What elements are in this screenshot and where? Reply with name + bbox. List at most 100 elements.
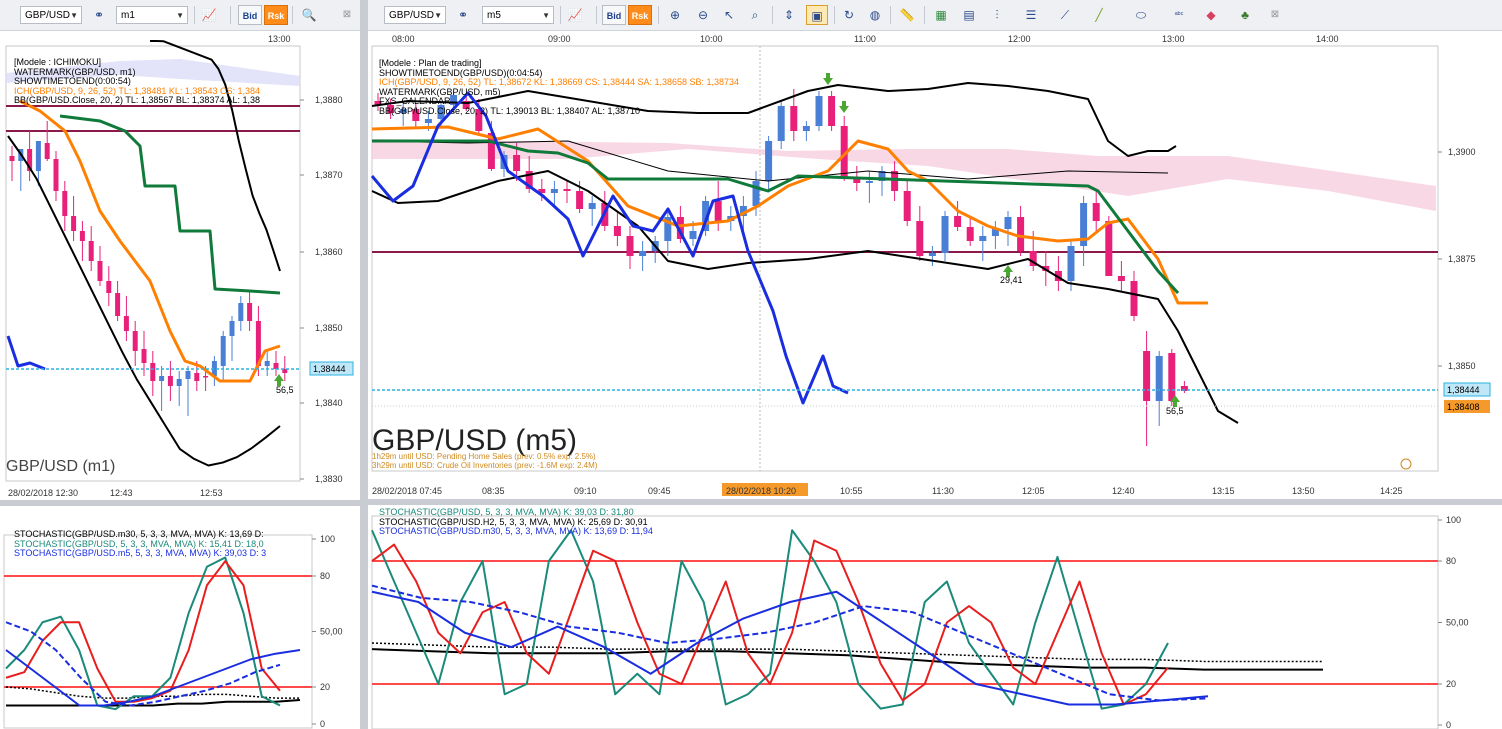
left-bid-button[interactable]: Bid — [238, 5, 262, 25]
candle-body — [273, 363, 279, 369]
zoom-out-icon[interactable]: ⊖ — [692, 5, 714, 25]
candle-body — [1168, 353, 1176, 401]
left-timeframe-select[interactable]: m1 ▼ — [116, 6, 188, 24]
right-main-legend: [Modele : Plan de trading] SHOWTIMETOEND… — [379, 58, 739, 116]
time-label-top: 13:00 — [1162, 34, 1185, 44]
value-tick-label: 100 — [320, 534, 335, 544]
right-link-icon[interactable]: ⚭ — [452, 5, 474, 25]
right-bid-button[interactable]: Bid — [602, 5, 626, 25]
candle-body — [891, 171, 899, 191]
right-stochastic-legend: STOCHASTIC(GBP/USD, 5, 3, 3, MVA, MVA) K… — [379, 507, 653, 537]
left-symbol-select[interactable]: GBP/USD ▼ — [20, 6, 82, 24]
right-stochastic-chart[interactable]: 100 80 50,00 20 0 — [368, 505, 1502, 729]
calendar-event: 3h29m until USD: Crude Oil Inventories (… — [372, 461, 598, 470]
fit-icon[interactable]: ⇕ — [778, 5, 800, 25]
candle-body — [106, 281, 112, 293]
left-chart-line-icon[interactable]: 📈 — [198, 5, 220, 25]
candle-body — [928, 253, 936, 256]
value-tick-label: 20 — [1446, 679, 1456, 689]
left-rsk-button[interactable]: Rsk — [264, 5, 288, 25]
value-tick-label: 20 — [320, 682, 330, 692]
cursor-icon[interactable]: ↖ — [718, 5, 740, 25]
ellipse-icon[interactable]: ⬭ — [1130, 5, 1152, 25]
time-label-bottom: 08:35 — [482, 486, 505, 496]
candle-body — [815, 96, 823, 126]
price-tick-label: 1,3875 — [1448, 254, 1476, 264]
candle-body — [916, 221, 924, 256]
second-price-label: 1,38408 — [1447, 402, 1480, 412]
price-tick-label: 1,3840 — [315, 398, 343, 408]
time-label-top: 12:00 — [1008, 34, 1031, 44]
time-label-bottom: 10:55 — [840, 486, 863, 496]
fan-icon[interactable]: ⟋ — [1054, 5, 1076, 25]
fork-icon[interactable]: ⫶ — [986, 5, 1008, 25]
time-label-bottom: 14:25 — [1380, 486, 1403, 496]
zoom-in-icon[interactable]: ⊕ — [664, 5, 686, 25]
time-label-top: 10:00 — [700, 34, 723, 44]
time-label-bottom: 28/02/2018 10:20 — [726, 486, 796, 496]
candle-body — [1017, 217, 1025, 251]
candle-body — [238, 303, 244, 321]
candle-body — [35, 141, 41, 171]
candle-body — [1067, 246, 1075, 281]
time-label-bottom: 12:43 — [110, 488, 133, 498]
ruler-icon[interactable]: 📏 — [896, 5, 918, 25]
right-pin-icon[interactable]: ⊠ — [1264, 5, 1286, 25]
candle-body — [264, 361, 270, 366]
left-link-icon[interactable]: ⚭ — [88, 5, 110, 25]
candle-body — [220, 336, 226, 366]
candle-body — [1092, 203, 1100, 221]
candle-body — [689, 231, 697, 239]
time-label-top: 14:00 — [1316, 34, 1339, 44]
right-chart-line-icon[interactable]: 📈 — [564, 5, 586, 25]
zoom-area-icon[interactable]: ⌕ — [744, 5, 766, 25]
legend-line: BB(GBP/USD.Close, 20, 2) TL: 1,38567 BL:… — [14, 95, 260, 105]
left-toolbar: GBP/USD ▼ ⚭ m1 ▼ 📈 Bid Rsk 🔍 ⊠ — [0, 0, 360, 31]
candle-body — [176, 379, 182, 386]
lines-icon[interactable]: ☰ — [1020, 5, 1042, 25]
value-tick-label: 80 — [1446, 556, 1456, 566]
left-magnifier-icon[interactable]: 🔍 — [298, 5, 320, 25]
value-tick-label: 80 — [320, 571, 330, 581]
pencil-icon[interactable]: ╱ — [1088, 5, 1110, 25]
time-label-bottom: 28/02/2018 07:45 — [372, 486, 442, 496]
right-symbol-select[interactable]: GBP/USD ▼ — [384, 6, 446, 24]
vertical-splitter[interactable] — [360, 0, 368, 729]
candle-body — [777, 106, 785, 141]
time-label-top: 08:00 — [392, 34, 415, 44]
candle-body — [903, 191, 911, 221]
legend-line: BB(GBP/USD.Close, 20, 2) TL: 1,39013 BL:… — [379, 105, 640, 116]
candle-body — [167, 376, 173, 386]
legend-line: STOCHASTIC(GBP/USD.m5, 5, 3, 3, MVA, MVA… — [14, 548, 267, 558]
left-pin-icon[interactable]: ⊠ — [336, 5, 358, 25]
select-icon[interactable]: ▣ — [806, 5, 828, 25]
time-label-top: 11:00 — [854, 34, 876, 44]
annotation-label: 56,5 — [276, 385, 294, 395]
candle-body — [9, 156, 15, 161]
time-label-bottom: 09:10 — [574, 486, 597, 496]
rotate-icon[interactable]: ↻ — [838, 5, 860, 25]
current-price-label: 1,38444 — [1447, 385, 1480, 395]
eraser-icon[interactable]: ◆ — [1200, 5, 1222, 25]
candle-body — [588, 203, 596, 209]
current-price-label: 1,38444 — [313, 364, 346, 374]
candle-body — [1117, 276, 1125, 281]
candle-body — [115, 293, 121, 316]
right-timeframe-select[interactable]: m5 ▼ — [482, 6, 554, 24]
candle-body — [550, 189, 558, 193]
candle-body — [71, 216, 77, 231]
candle-body — [941, 216, 949, 253]
image-icon[interactable]: ▦ — [930, 5, 952, 25]
right-rsk-button[interactable]: Rsk — [628, 5, 652, 25]
candle-body — [53, 159, 59, 191]
abc-icon[interactable]: ᵃᵇᶜ — [1168, 5, 1190, 25]
candle-body — [954, 216, 962, 227]
globe-icon[interactable]: ◍ — [864, 5, 886, 25]
screenshot-icon[interactable]: ▤ — [958, 5, 980, 25]
candle-body — [194, 373, 200, 381]
tree-icon[interactable]: ♣ — [1234, 5, 1256, 25]
time-label-bottom: 13:15 — [1212, 486, 1235, 496]
candle-body — [424, 119, 432, 123]
time-label-bottom: 13:50 — [1292, 486, 1315, 496]
right-symbol-value: GBP/USD — [389, 10, 435, 21]
